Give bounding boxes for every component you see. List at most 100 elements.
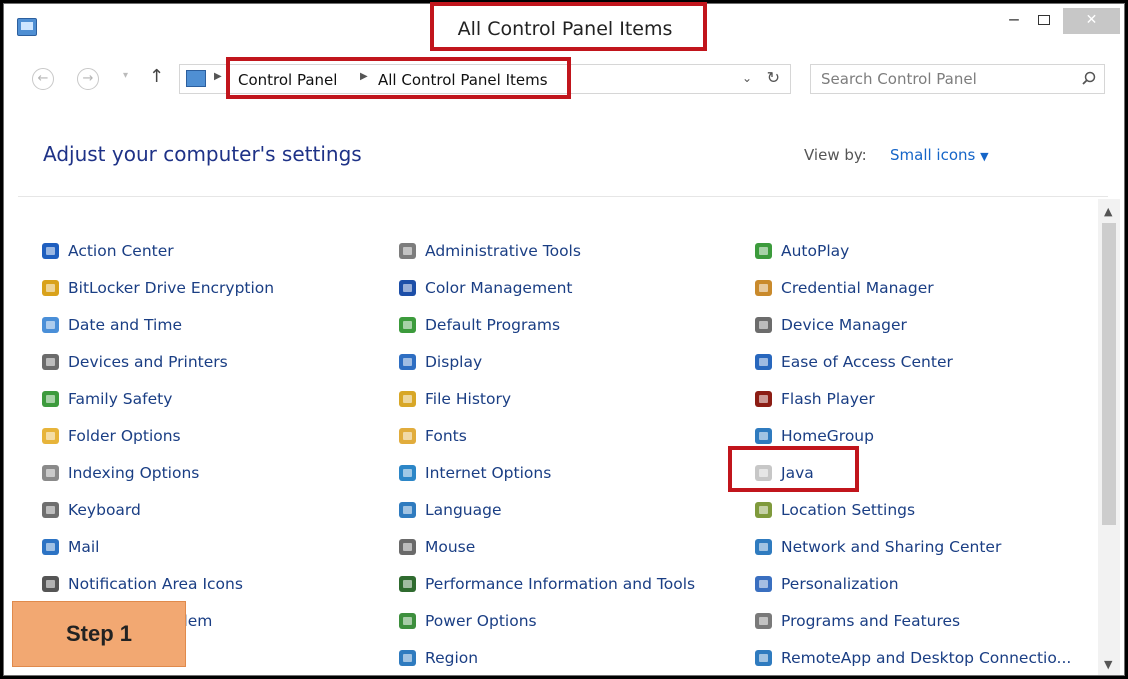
control-panel-item[interactable]: Language — [397, 495, 502, 525]
control-panel-item[interactable]: Network and Sharing Center — [753, 532, 1001, 562]
control-panel-item[interactable]: Credential Manager — [753, 273, 934, 303]
view-by-dropdown[interactable]: Small icons ▼ — [890, 146, 989, 164]
item-label[interactable]: Indexing Options — [68, 464, 199, 482]
programs-icon — [753, 610, 775, 632]
item-label[interactable]: AutoPlay — [781, 242, 849, 260]
item-label[interactable]: Default Programs — [425, 316, 560, 334]
item-label[interactable]: Devices and Printers — [68, 353, 228, 371]
control-panel-item[interactable]: AutoPlay — [753, 236, 849, 266]
item-label[interactable]: Internet Options — [425, 464, 551, 482]
folder-icon — [40, 425, 62, 447]
control-panel-item[interactable]: Flash Player — [753, 384, 875, 414]
control-panel-item[interactable]: File History — [397, 384, 511, 414]
control-panel-item[interactable]: Location Settings — [753, 495, 915, 525]
item-label[interactable]: Color Management — [425, 279, 573, 297]
item-label[interactable]: Notification Area Icons — [68, 575, 243, 593]
item-label[interactable]: BitLocker Drive Encryption — [68, 279, 274, 297]
item-label[interactable]: Location Settings — [781, 501, 915, 519]
item-label[interactable]: Network and Sharing Center — [781, 538, 1001, 556]
item-label[interactable]: Credential Manager — [781, 279, 934, 297]
item-label[interactable]: RemoteApp and Desktop Connectio... — [781, 649, 1071, 667]
control-panel-item[interactable]: Family Safety — [40, 384, 172, 414]
control-panel-item[interactable]: Folder Options — [40, 421, 181, 451]
region-icon — [397, 647, 419, 669]
chevron-right-icon[interactable]: ▶ — [214, 71, 222, 82]
control-panel-item[interactable]: Device Manager — [753, 310, 907, 340]
back-button[interactable]: ← — [32, 68, 54, 90]
magnifier-icon — [40, 462, 62, 484]
control-panel-item[interactable]: Default Programs — [397, 310, 560, 340]
scroll-down-icon[interactable]: ▼ — [1104, 658, 1112, 671]
forward-button[interactable]: → — [77, 68, 99, 90]
item-label[interactable]: Language — [425, 501, 502, 519]
control-panel-item[interactable]: Internet Options — [397, 458, 551, 488]
control-panel-item[interactable]: Mail — [40, 532, 99, 562]
dropdown-arrow-icon[interactable]: ▼ — [980, 150, 988, 163]
item-label[interactable]: Region — [425, 649, 478, 667]
item-label[interactable]: Device Manager — [781, 316, 907, 334]
control-panel-item[interactable]: Devices and Printers — [40, 347, 228, 377]
item-label[interactable]: Power Options — [425, 612, 537, 630]
control-panel-item[interactable]: Programs and Features — [753, 606, 960, 636]
control-panel-item[interactable]: Personalization — [753, 569, 899, 599]
item-label[interactable]: Personalization — [781, 575, 899, 593]
item-label[interactable]: Flash Player — [781, 390, 875, 408]
fonts-icon — [397, 425, 419, 447]
ease-of-access-icon — [753, 351, 775, 373]
clock-icon — [40, 314, 62, 336]
item-label[interactable]: Administrative Tools — [425, 242, 581, 260]
control-panel-item[interactable]: Power Options — [397, 606, 537, 636]
item-label[interactable]: Programs and Features — [781, 612, 960, 630]
item-label[interactable]: Display — [425, 353, 482, 371]
address-dropdown-icon[interactable]: ⌄ — [742, 71, 752, 85]
control-panel-item[interactable]: Keyboard — [40, 495, 141, 525]
autoplay-icon — [753, 240, 775, 262]
search-box[interactable] — [810, 64, 1105, 94]
search-input[interactable] — [811, 65, 1071, 93]
control-panel-item[interactable]: Indexing Options — [40, 458, 199, 488]
item-label[interactable]: Date and Time — [68, 316, 182, 334]
java-highlight — [728, 446, 859, 492]
vertical-scrollbar[interactable]: ▲ ▼ — [1098, 199, 1120, 675]
control-panel-item[interactable]: Color Management — [397, 273, 573, 303]
scroll-up-icon[interactable]: ▲ — [1104, 205, 1112, 218]
control-panel-item[interactable]: Region — [397, 643, 478, 673]
control-panel-item[interactable]: Fonts — [397, 421, 467, 451]
item-label[interactable]: Ease of Access Center — [781, 353, 953, 371]
location-icon — [753, 499, 775, 521]
control-panel-item[interactable]: RemoteApp and Desktop Connectio... — [753, 643, 1071, 673]
control-panel-item[interactable]: Ease of Access Center — [753, 347, 953, 377]
refresh-icon[interactable]: ↻ — [767, 68, 780, 87]
control-panel-item[interactable]: Notification Area Icons — [40, 569, 243, 599]
control-panel-item[interactable]: Display — [397, 347, 482, 377]
item-label[interactable]: Keyboard — [68, 501, 141, 519]
control-panel-item[interactable]: Mouse — [397, 532, 475, 562]
item-label[interactable]: Family Safety — [68, 390, 172, 408]
search-icon[interactable] — [1082, 71, 1096, 85]
item-label[interactable]: File History — [425, 390, 511, 408]
maximize-icon — [1038, 15, 1050, 25]
control-panel-item[interactable]: Performance Information and Tools — [397, 569, 695, 599]
item-label[interactable]: Performance Information and Tools — [425, 575, 695, 593]
item-label[interactable]: Fonts — [425, 427, 467, 445]
recent-locations-dropdown[interactable]: ▾ — [123, 70, 128, 81]
scrollbar-thumb[interactable] — [1102, 223, 1116, 525]
item-label[interactable]: Action Center — [68, 242, 174, 260]
control-panel-item[interactable]: Date and Time — [40, 310, 182, 340]
control-panel-item[interactable]: Administrative Tools — [397, 236, 581, 266]
flash-icon — [753, 388, 775, 410]
item-label[interactable]: Mouse — [425, 538, 475, 556]
maximize-button[interactable] — [1029, 8, 1059, 34]
control-panel-item[interactable]: Action Center — [40, 236, 174, 266]
view-by-value[interactable]: Small icons — [890, 146, 975, 164]
control-panel-item[interactable]: BitLocker Drive Encryption — [40, 273, 274, 303]
close-button[interactable]: ✕ — [1063, 8, 1120, 34]
up-button[interactable]: ↑ — [149, 66, 164, 87]
tools-icon — [397, 240, 419, 262]
minimize-button[interactable]: ‒ — [999, 8, 1029, 34]
item-label[interactable]: HomeGroup — [781, 427, 874, 445]
flag-icon — [40, 240, 62, 262]
keyboard-icon — [40, 499, 62, 521]
item-label[interactable]: Mail — [68, 538, 99, 556]
item-label[interactable]: Folder Options — [68, 427, 181, 445]
